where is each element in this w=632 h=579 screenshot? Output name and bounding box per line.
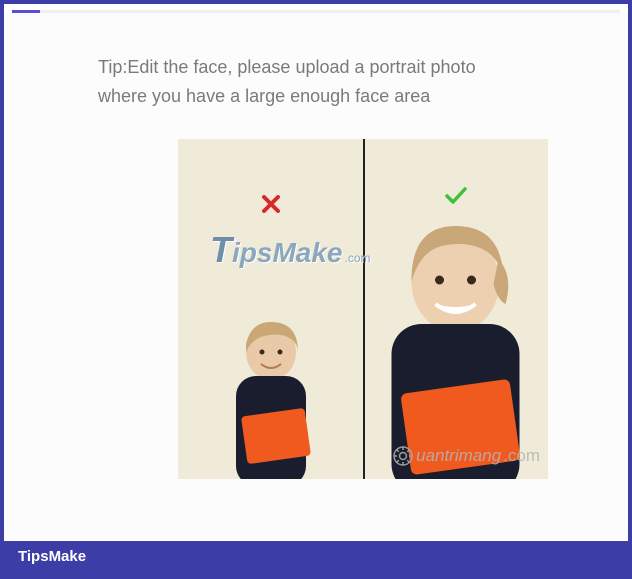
example-good-side (363, 139, 548, 479)
cross-icon (262, 195, 280, 218)
footer-bar: TipsMake (4, 541, 628, 575)
watermark-quantrimang: uantrimang.com (392, 445, 540, 467)
example-bad-side (178, 139, 363, 479)
watermark-tipsmake: TTipsMakeipsMake.com (210, 229, 371, 271)
gear-icon (392, 445, 414, 467)
tip-text: Tip:Edit the face, please upload a portr… (98, 53, 518, 111)
example-image: TTipsMakeipsMake.com uantrimang.com (178, 139, 548, 479)
footer-label: TipsMake (18, 548, 86, 565)
example-good-person (363, 204, 548, 479)
content-panel: Tip:Edit the face, please upload a portr… (4, 13, 628, 540)
example-bad-person (206, 304, 336, 479)
